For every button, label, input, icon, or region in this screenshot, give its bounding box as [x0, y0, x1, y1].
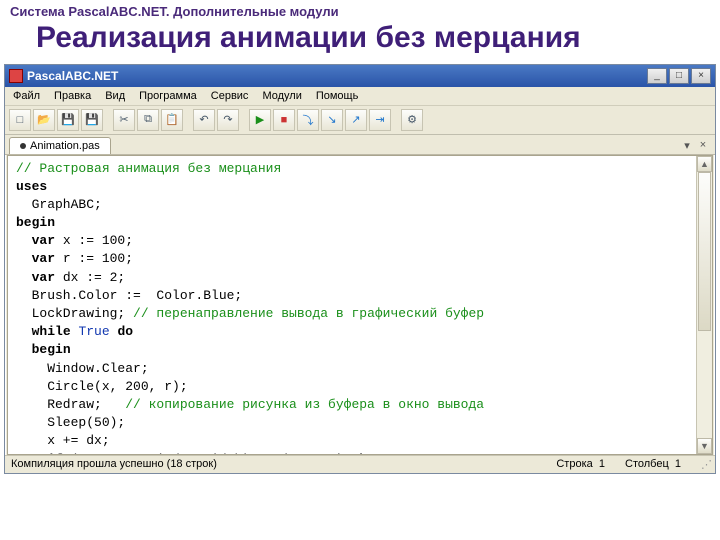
- statusbar: Компиляция прошла успешно (18 строк) Стр…: [5, 455, 715, 473]
- menu-service[interactable]: Сервис: [211, 90, 249, 102]
- compile-icon[interactable]: ⚙: [401, 109, 423, 131]
- stop-icon[interactable]: ■: [273, 109, 295, 131]
- window-title: PascalABC.NET: [27, 69, 647, 83]
- tab-nav-icon[interactable]: ▾: [679, 138, 695, 152]
- ide-window: PascalABC.NET _ □ × Файл Правка Вид Прог…: [4, 64, 716, 474]
- run-icon[interactable]: ▶: [249, 109, 271, 131]
- scroll-down-icon[interactable]: ▼: [697, 438, 712, 454]
- tab-animation[interactable]: Animation.pas: [9, 137, 111, 154]
- code-content: // Растровая анимация без мерцания uses …: [8, 156, 712, 455]
- status-col: Столбец 1: [625, 458, 681, 471]
- modified-dot-icon: [20, 143, 26, 149]
- maximize-button[interactable]: □: [669, 68, 689, 84]
- stepout-icon[interactable]: ↗: [345, 109, 367, 131]
- menu-program[interactable]: Программа: [139, 90, 197, 102]
- cut-icon[interactable]: ✂: [113, 109, 135, 131]
- copy-icon[interactable]: ⧉: [137, 109, 159, 131]
- stepover-icon[interactable]: ⤵: [297, 109, 319, 131]
- menubar: Файл Правка Вид Программа Сервис Модули …: [5, 87, 715, 106]
- menu-modules[interactable]: Модули: [262, 90, 301, 102]
- stepinto-icon[interactable]: ↘: [321, 109, 343, 131]
- redo-icon[interactable]: ↷: [217, 109, 239, 131]
- menu-file[interactable]: Файл: [13, 90, 40, 102]
- new-icon[interactable]: □: [9, 109, 31, 131]
- undo-icon[interactable]: ↶: [193, 109, 215, 131]
- paste-icon[interactable]: 📋: [161, 109, 183, 131]
- tab-label: Animation.pas: [30, 140, 100, 152]
- status-compile: Компиляция прошла успешно (18 строк): [11, 458, 217, 471]
- menu-view[interactable]: Вид: [105, 90, 125, 102]
- tab-close-icon[interactable]: ×: [695, 138, 711, 152]
- save-icon[interactable]: 💾: [57, 109, 79, 131]
- menu-edit[interactable]: Правка: [54, 90, 91, 102]
- saveall-icon[interactable]: 💾: [81, 109, 103, 131]
- menu-help[interactable]: Помощь: [316, 90, 359, 102]
- titlebar: PascalABC.NET _ □ ×: [5, 65, 715, 87]
- scroll-up-icon[interactable]: ▲: [697, 156, 712, 172]
- vertical-scrollbar[interactable]: ▲ ▼: [696, 156, 712, 454]
- window-buttons: _ □ ×: [647, 68, 711, 84]
- slide-title: Реализация анимации без мерцания: [0, 21, 720, 64]
- close-button[interactable]: ×: [691, 68, 711, 84]
- toolbar: □ 📂 💾 💾 ✂ ⧉ 📋 ↶ ↷ ▶ ■ ⤵ ↘ ↗ ⇥ ⚙: [5, 106, 715, 135]
- app-icon: [9, 69, 23, 83]
- tabbar: Animation.pas ▾ ×: [5, 135, 715, 155]
- status-line: Строка 1: [556, 458, 605, 471]
- open-icon[interactable]: 📂: [33, 109, 55, 131]
- scroll-thumb[interactable]: [698, 172, 711, 332]
- resize-grip-icon[interactable]: ⋰: [701, 458, 709, 471]
- code-editor[interactable]: // Растровая анимация без мерцания uses …: [7, 155, 713, 455]
- slide-header: Система PascalABC.NET. Дополнительные мо…: [0, 0, 720, 21]
- scroll-track[interactable]: [697, 172, 712, 438]
- minimize-button[interactable]: _: [647, 68, 667, 84]
- stepend-icon[interactable]: ⇥: [369, 109, 391, 131]
